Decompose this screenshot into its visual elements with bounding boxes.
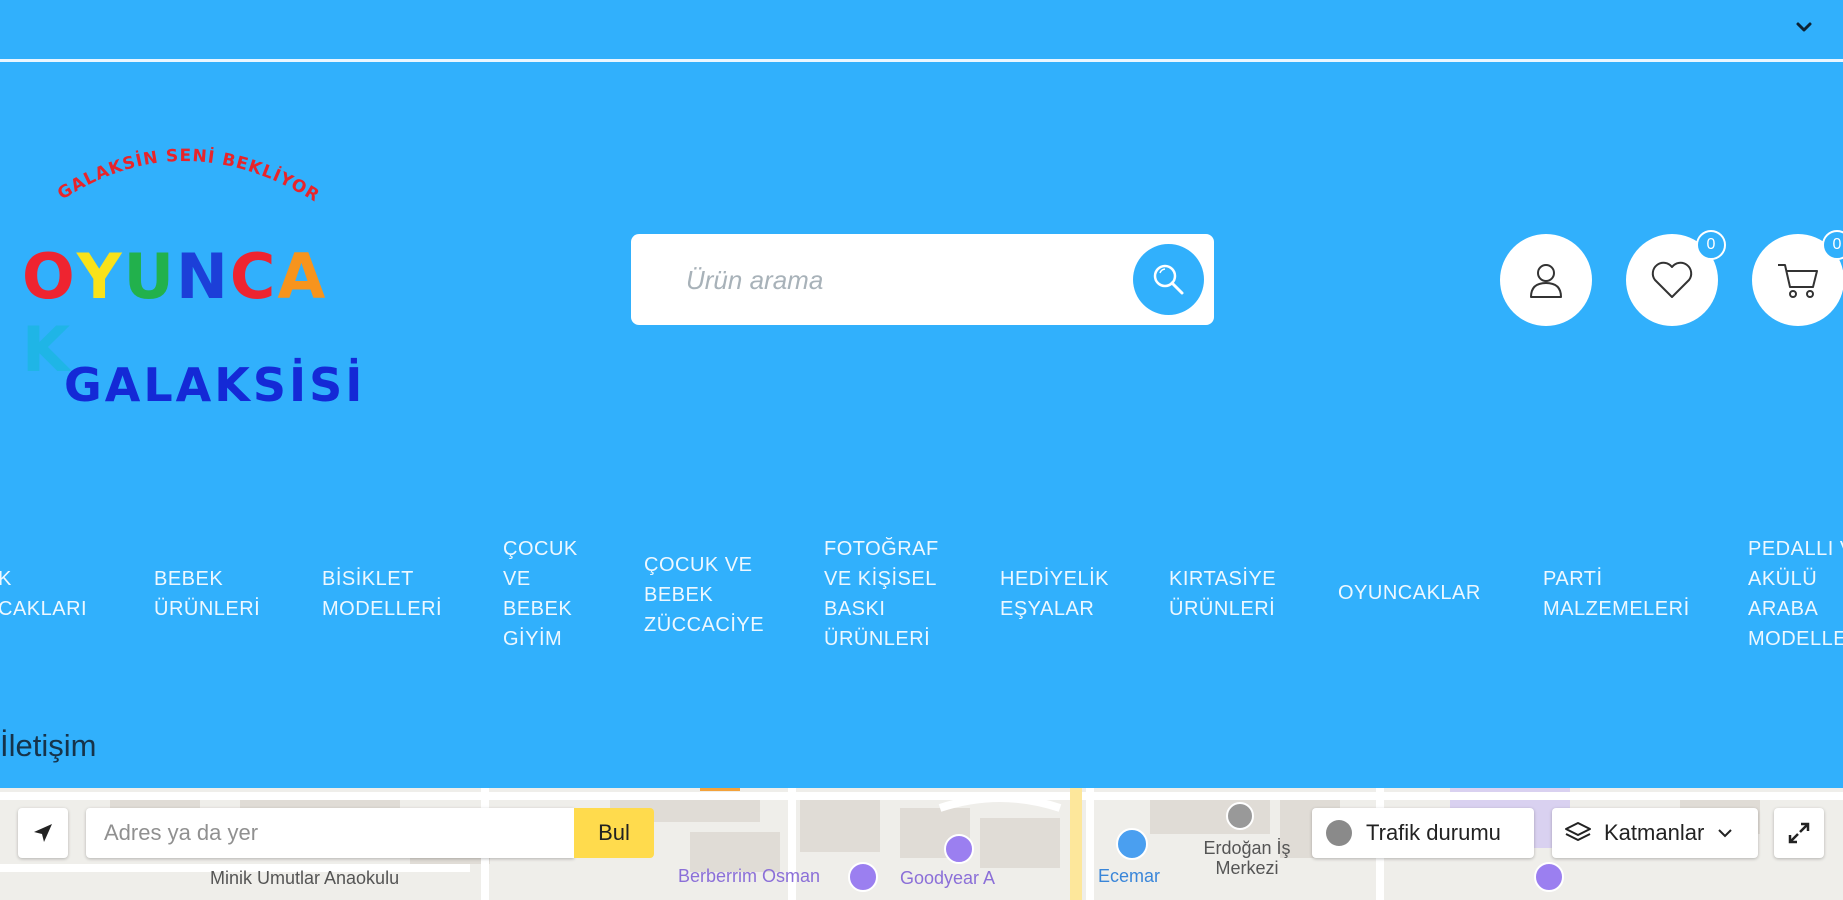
product-search <box>631 234 1214 325</box>
nav-item-oyuncaklar[interactable]: OYUNCAKLAR <box>1338 578 1481 608</box>
map-pin-icon[interactable] <box>1534 862 1564 892</box>
logo-letter: A <box>277 240 328 313</box>
nav-item-cocuk-bebek-giyim[interactable]: ÇOCUK VE BEBEK GİYİM <box>503 534 578 654</box>
heart-icon <box>1651 261 1693 298</box>
wishlist-button[interactable]: 0 <box>1626 230 1726 326</box>
logo-letter: U <box>123 240 176 313</box>
logo-letter: C <box>229 240 278 313</box>
user-icon <box>1530 264 1562 298</box>
map-poi-label[interactable]: Ecemar <box>1098 866 1160 887</box>
nav-item-kirtasiye-urunleri[interactable]: KIRTASİYE ÜRÜNLERİ <box>1169 564 1276 624</box>
logo-letter: N <box>175 240 230 313</box>
nav-item-parti-malzemeleri[interactable]: PARTİ MALZEMELERİ <box>1543 564 1690 624</box>
map-widget[interactable]: Bul Minik Umutlar Anaokulu Berberrim Osm… <box>0 788 1843 900</box>
search-input[interactable] <box>686 258 1086 302</box>
location-arrow-icon <box>34 824 52 842</box>
search-icon <box>1153 264 1183 294</box>
nav-item-cocuk-bebek-zuccaciye[interactable]: ÇOCUK VE BEBEK ZÜCCACİYE <box>644 550 764 640</box>
layers-dropdown[interactable]: Katmanlar <box>1552 808 1758 858</box>
wishlist-count-badge: 0 <box>1696 230 1726 260</box>
cart-count-badge: 0 <box>1822 230 1843 260</box>
search-button[interactable] <box>1133 244 1204 315</box>
scissors-icon[interactable] <box>848 862 878 892</box>
map-pin-icon[interactable] <box>944 834 974 864</box>
cart-button[interactable]: 0 <box>1752 230 1843 326</box>
account-button[interactable] <box>1500 234 1592 326</box>
basket-icon[interactable] <box>1116 828 1148 860</box>
logo-tagline: GALAKSİN SENİ BEKLİYOR <box>54 145 322 206</box>
top-bar <box>0 0 1843 62</box>
logo-letter: O <box>22 240 77 313</box>
nav-item-pedalli-akulu-araba[interactable]: PEDALLI VE AKÜLÜ ARABA MODELLERİ <box>1748 534 1843 654</box>
logo-letter: Y <box>76 240 124 313</box>
cart-icon <box>1778 264 1818 298</box>
traffic-light-icon <box>1326 820 1352 846</box>
nav-item-partial[interactable]: K CAKLARI <box>0 564 87 624</box>
map-address-input[interactable] <box>104 820 564 846</box>
expand-icon <box>1788 822 1810 844</box>
nav-item-fotograf-baski[interactable]: FOTOĞRAF VE KİŞİSEL BASKI ÜRÜNLERİ <box>824 534 939 654</box>
map-poi-label[interactable]: Erdoğan İş Merkezi <box>1192 838 1302 878</box>
layers-icon <box>1565 822 1591 841</box>
layers-label: Katmanlar <box>1604 820 1705 845</box>
map-address-field <box>86 808 574 858</box>
building-icon[interactable] <box>1226 802 1254 830</box>
traffic-label: Trafik durumu <box>1366 820 1501 845</box>
map-poi-label[interactable]: Goodyear A <box>900 868 995 889</box>
nav-item-bebek-urunleri[interactable]: BEBEK ÜRÜNLERİ <box>154 564 260 624</box>
page-title: İletişim <box>0 728 97 763</box>
chevron-down-icon <box>1718 829 1732 838</box>
map-poi-label[interactable]: Berberrim Osman <box>678 866 820 887</box>
traffic-toggle[interactable]: Trafik durumu <box>1312 808 1534 858</box>
site-logo[interactable]: GALAKSİN SENİ BEKLİYOR OYUNCAK GALAKSİSİ <box>22 132 362 422</box>
logo-tagline-arc: GALAKSİN SENİ BEKLİYOR <box>54 145 323 206</box>
geolocate-button[interactable] <box>18 808 68 858</box>
nav-item-hediyelik-esyalar[interactable]: HEDİYELİK EŞYALAR <box>1000 564 1109 624</box>
svg-text:GALAKSİN SENİ BEKLİYOR: GALAKSİN SENİ BEKLİYOR <box>54 145 323 206</box>
fullscreen-button[interactable] <box>1774 808 1824 858</box>
map-find-button[interactable]: Bul <box>574 808 654 858</box>
chevron-down-icon[interactable] <box>1793 16 1815 38</box>
map-poi-label[interactable]: Minik Umutlar Anaokulu <box>210 868 399 889</box>
nav-item-bisiklet-modelleri[interactable]: BİSİKLET MODELLERİ <box>322 564 442 624</box>
category-nav: K CAKLARI BEBEK ÜRÜNLERİ BİSİKLET MODELL… <box>0 530 1843 660</box>
logo-word-galaksisi: GALAKSİSİ <box>64 358 366 412</box>
